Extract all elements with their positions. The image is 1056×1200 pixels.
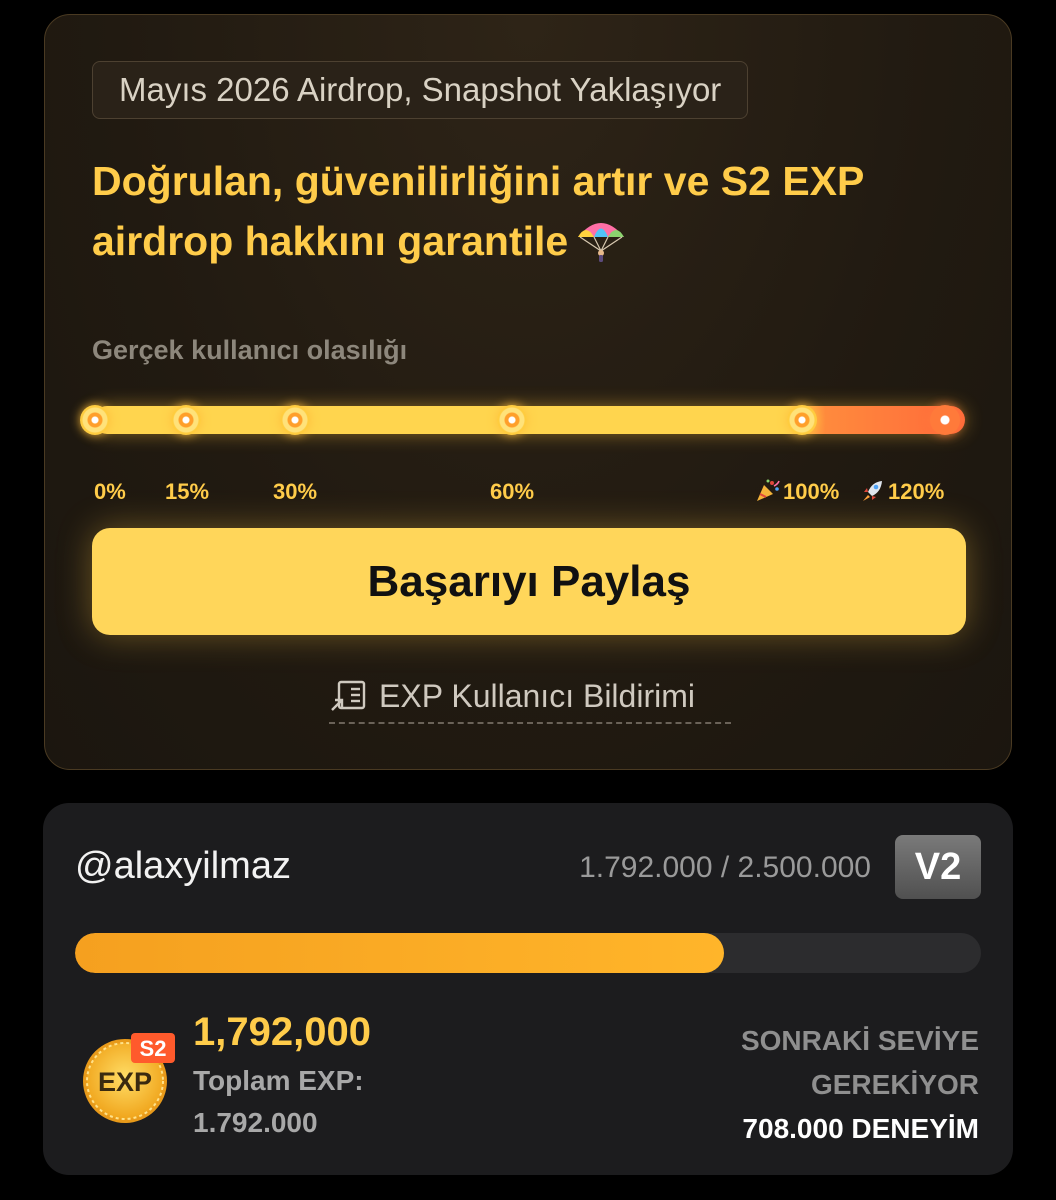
milestone-dot-0 — [80, 405, 110, 435]
next-level-line2: GEREKİYOR — [810, 1069, 979, 1100]
milestone-label-100: 100% — [783, 479, 840, 504]
airdrop-headline-text: Doğrulan, güvenilirliğini artır ve S2 EX… — [92, 158, 864, 264]
total-exp-value: 1.792.000 — [193, 1107, 318, 1138]
milestone-label-30: 30% — [273, 479, 318, 504]
report-doc-icon — [331, 680, 366, 711]
level-badge: V2 — [895, 835, 981, 899]
report-link-label: EXP Kullanıcı Bildirimi — [379, 677, 695, 714]
milestone-dot-60 — [497, 405, 527, 435]
airdrop-headline: Doğrulan, güvenilirliğini artır ve S2 EX… — [92, 151, 972, 271]
next-level-required-exp: 708.000 DENEYİM — [742, 1113, 979, 1144]
milestone-label-120-group: 120% — [860, 479, 944, 505]
s2-exp-coin-icon: EXP S2 — [83, 1033, 175, 1123]
probability-track — [80, 405, 965, 435]
milestone-label-100-group: 100% — [755, 479, 839, 505]
milestone-dot-100 — [787, 405, 817, 435]
parachute-icon — [578, 223, 625, 262]
level-progress-text: 1.792.000 / 2.500.000 — [579, 851, 871, 884]
rocket-icon — [863, 481, 882, 501]
profile-exp-card: @alaxyilmaz 1.792.000 / 2.500.000 V2 EXP… — [43, 803, 1013, 1175]
exp-amount: 1,792,000 — [193, 1010, 371, 1054]
airdrop-snapshot-badge: Mayıs 2026 Airdrop, Snapshot Yaklaşıyor — [92, 61, 749, 119]
next-level-requirement: SONRAKİ SEVİYE GEREKİYOR 708.000 DENEYİM — [619, 1019, 979, 1151]
total-exp-label: Toplam EXP: — [193, 1065, 364, 1096]
airdrop-card: Mayıs 2026 Airdrop, Snapshot Yaklaşıyor … — [44, 14, 1012, 770]
probability-label: Gerçek kullanıcı olasılığı — [92, 335, 408, 365]
coin-label: EXP — [98, 1067, 152, 1097]
party-popper-icon — [757, 479, 780, 501]
milestone-label-60: 60% — [490, 479, 535, 504]
milestone-dot-120 — [930, 405, 960, 435]
share-achievement-button[interactable]: Başarıyı Paylaş — [92, 528, 966, 635]
exp-progress-bar — [75, 933, 981, 973]
milestone-label-0: 0% — [94, 479, 126, 504]
username: @alaxyilmaz — [75, 845, 291, 887]
milestone-dot-30 — [280, 405, 310, 435]
exp-user-report-link[interactable]: EXP Kullanıcı Bildirimi — [329, 670, 731, 724]
coin-season: S2 — [140, 1036, 167, 1061]
exp-progress-fill — [75, 933, 725, 973]
milestone-label-15: 15% — [165, 479, 210, 504]
milestone-label-120: 120% — [888, 479, 945, 504]
milestone-dot-15 — [171, 405, 201, 435]
next-level-line1: SONRAKİ SEVİYE — [740, 1025, 979, 1056]
